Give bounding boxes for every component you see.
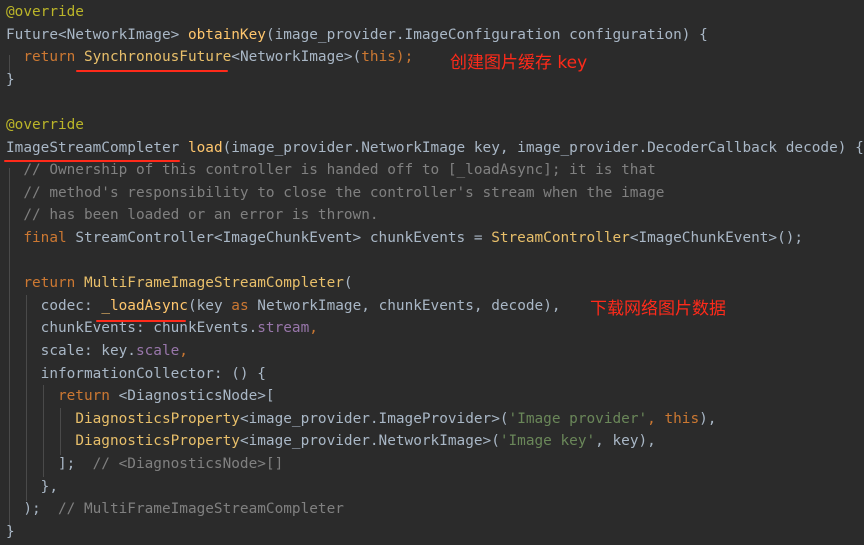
- code-token: (: [343, 275, 353, 292]
- code-token: as: [231, 297, 258, 314]
- code-token: <image_provider.NetworkImage>(: [239, 433, 500, 450]
- code-token: Future<NetworkImage>: [6, 26, 188, 43]
- code-token: ,: [179, 343, 188, 359]
- code-token: 'Image key': [499, 433, 596, 450]
- code-token: },: [6, 478, 58, 495]
- code-line: return MultiFrameImageStreamCompleter(: [6, 272, 353, 294]
- code-token: final: [23, 230, 76, 246]
- code-line: ]; // <DiagnosticsNode>[]: [6, 453, 283, 475]
- code-line: }: [6, 521, 15, 543]
- code-token: codec:: [6, 297, 102, 314]
- code-token: ,: [647, 410, 665, 427]
- code-line: // method's responsibility to close the …: [6, 182, 664, 204]
- code-token: DiagnosticsProperty: [75, 410, 240, 427]
- code-line: },: [6, 476, 58, 498]
- annotation-underline-image-stream-completer: [4, 160, 180, 162]
- code-token: SynchronousFuture: [83, 49, 232, 66]
- code-token: MultiFrameImageStreamCompleter: [83, 275, 344, 292]
- code-line: @override: [6, 1, 84, 23]
- code-token: return: [23, 49, 84, 66]
- code-token: scale: [135, 343, 180, 359]
- code-token: // method's responsibility to close the …: [6, 184, 665, 201]
- code-token: @override: [6, 117, 84, 133]
- code-token: // Ownership of this controller is hande…: [6, 162, 656, 179]
- code-token: load: [187, 139, 223, 156]
- annotation-underline-load-async: [96, 320, 186, 322]
- code-token: StreamController<ImageChunkEvent> chunkE…: [75, 230, 492, 246]
- code-token: 'Image provider': [508, 410, 648, 427]
- code-line: DiagnosticsProperty<image_provider.Netwo…: [6, 430, 656, 452]
- annotation-cache-key: 创建图片缓存 key: [450, 53, 588, 73]
- code-token: this: [664, 410, 700, 427]
- code-line: DiagnosticsProperty<image_provider.Image…: [6, 408, 716, 430]
- code-token: , key),: [595, 433, 656, 450]
- code-token: chunkEvents: chunkEvents.: [6, 320, 258, 337]
- code-token: }: [6, 523, 15, 540]
- code-token: ),: [699, 410, 717, 427]
- code-token: // has been loaded or an error is thrown…: [6, 207, 379, 224]
- code-token: scale: key.: [6, 343, 136, 359]
- annotation-underline-synchronous-future: [76, 70, 228, 72]
- code-token: ImageStreamCompleter: [6, 139, 188, 156]
- code-line: final StreamController<ImageChunkEvent> …: [6, 227, 803, 249]
- code-token: // <DiagnosticsNode>[]: [92, 456, 284, 472]
- code-token: ,: [309, 320, 318, 337]
- code-line: scale: key.scale,: [6, 340, 188, 362]
- code-token: (image_provider.NetworkImage key, image_…: [222, 139, 864, 156]
- code-token: <NetworkImage>(: [231, 49, 362, 66]
- code-token: // MultiFrameImageStreamCompleter: [57, 501, 344, 518]
- code-line: codec: _loadAsync(key as NetworkImage, c…: [6, 295, 561, 317]
- code-line: Future<NetworkImage> obtainKey(image_pro…: [6, 24, 708, 46]
- code-token: <DiagnosticsNode>[: [118, 388, 275, 405]
- code-token: informationCollector: () {: [6, 365, 266, 382]
- code-token: <ImageChunkEvent>();: [629, 230, 804, 246]
- code-token: (key: [187, 297, 232, 314]
- code-line: ImageStreamCompleter load(image_provider…: [6, 137, 864, 159]
- code-line: // has been loaded or an error is thrown…: [6, 204, 379, 226]
- code-token: <image_provider.ImageProvider>(: [239, 410, 509, 427]
- code-line: return <DiagnosticsNode>[: [6, 385, 275, 407]
- code-line: @override: [6, 114, 84, 136]
- code-editor[interactable]: @override Future<NetworkImage> obtainKey(…: [0, 0, 864, 545]
- code-token: StreamController: [491, 230, 630, 246]
- code-token: return: [57, 388, 119, 405]
- code-line: ); // MultiFrameImageStreamCompleter: [6, 498, 344, 520]
- code-token: _loadAsync: [101, 297, 188, 314]
- annotation-download: 下载网络图片数据: [590, 299, 726, 319]
- code-token: return: [23, 275, 84, 292]
- code-token: (image_provider.ImageConfiguration confi…: [265, 26, 708, 43]
- code-token: NetworkImage, chunkEvents, decode),: [257, 297, 561, 314]
- code-token: ];: [6, 456, 93, 472]
- code-token: this: [361, 49, 396, 66]
- code-line: return SynchronousFuture<NetworkImage>(t…: [6, 46, 413, 68]
- code-token: DiagnosticsProperty: [75, 433, 240, 450]
- code-token: @override: [6, 4, 84, 20]
- code-token: stream: [257, 320, 310, 337]
- code-token: );: [395, 49, 414, 66]
- code-token: );: [6, 501, 58, 518]
- code-token: }: [6, 71, 15, 88]
- code-line: }: [6, 69, 15, 91]
- code-token: obtainKey: [187, 26, 266, 43]
- code-line: // Ownership of this controller is hande…: [6, 159, 656, 181]
- code-line: informationCollector: () {: [6, 363, 266, 385]
